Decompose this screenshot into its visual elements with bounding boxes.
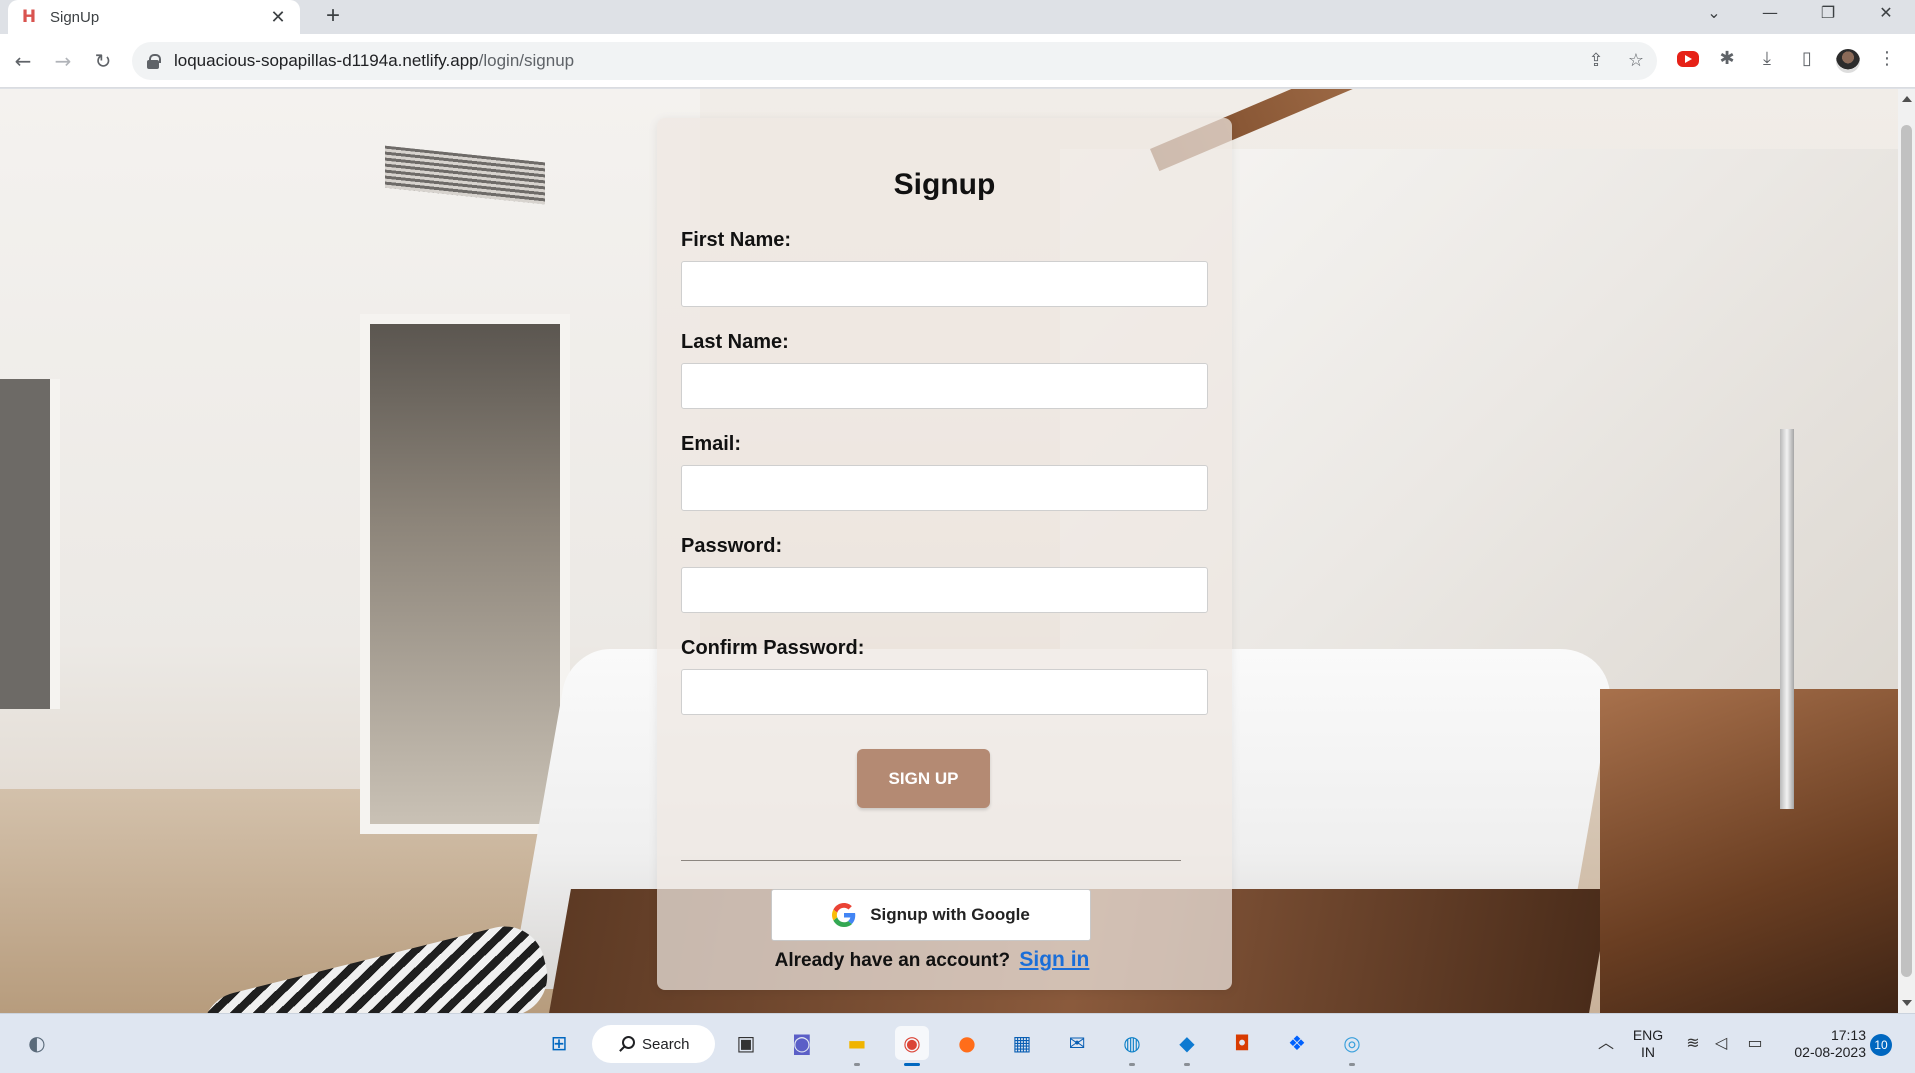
- background-bathroom-door: [360, 314, 570, 834]
- profile-avatar[interactable]: [1836, 49, 1860, 73]
- last-name-label: Last Name:: [681, 331, 789, 353]
- file-explorer-icon[interactable]: ▬: [840, 1026, 874, 1066]
- scroll-down-arrow-icon[interactable]: [1902, 1000, 1912, 1006]
- search-icon: [622, 1036, 635, 1049]
- language-line-2: IN: [1641, 1044, 1655, 1060]
- page-viewport: Signup First Name: Last Name: Email: Pas…: [0, 89, 1898, 1013]
- already-have-account-text: Already have an account?: [774, 950, 1011, 971]
- office-icon[interactable]: ◘: [1225, 1026, 1259, 1060]
- battery-icon[interactable]: ▭: [1738, 1026, 1772, 1060]
- youtube-extension-icon[interactable]: [1677, 51, 1699, 67]
- vscode-icon[interactable]: ◆: [1170, 1026, 1204, 1066]
- page-scrollbar[interactable]: [1898, 89, 1915, 1013]
- weather-widget-icon[interactable]: ◐: [20, 1026, 54, 1060]
- show-hidden-icons-chevron-icon[interactable]: ︿: [1589, 1026, 1623, 1060]
- close-window-button[interactable]: ✕: [1858, 0, 1914, 28]
- notification-badge[interactable]: 10: [1870, 1034, 1892, 1056]
- divider: [681, 860, 1181, 861]
- signin-link[interactable]: Sign in: [1019, 948, 1089, 971]
- task-view-icon[interactable]: ▣: [729, 1026, 763, 1060]
- signup-button[interactable]: SIGN UP: [857, 749, 990, 808]
- first-name-input[interactable]: [681, 261, 1208, 307]
- microsoft-store-icon[interactable]: ▦: [1005, 1026, 1039, 1060]
- password-input[interactable]: [681, 567, 1208, 613]
- email-label: Email:: [681, 433, 742, 455]
- first-name-label: First Name:: [681, 229, 792, 251]
- clock-date: 02-08-2023: [1794, 1044, 1866, 1060]
- last-name-input[interactable]: [681, 363, 1208, 409]
- lock-icon: [146, 54, 161, 69]
- share-icon[interactable]: ⇪: [1585, 50, 1607, 72]
- clock[interactable]: 17:13 02-08-2023: [1776, 1027, 1866, 1061]
- minimize-button[interactable]: —: [1742, 0, 1798, 28]
- browser-tab[interactable]: H SignUp ✕: [8, 0, 300, 34]
- close-tab-icon[interactable]: ✕: [268, 7, 288, 28]
- scroll-up-arrow-icon[interactable]: [1902, 96, 1912, 102]
- browser-toolbar: ← → ↻ loquacious-sopapillas-d1194a.netli…: [0, 34, 1915, 88]
- taskbar-search-label: Search: [642, 1035, 690, 1053]
- background-lamp: [1780, 429, 1794, 809]
- form-title: Signup: [893, 168, 996, 201]
- dropbox-icon[interactable]: ❖: [1280, 1026, 1314, 1060]
- email-input[interactable]: [681, 465, 1208, 511]
- scrollbar-thumb[interactable]: [1901, 125, 1912, 977]
- forward-icon[interactable]: →: [48, 46, 78, 76]
- background-doorway: [0, 379, 60, 709]
- mail-icon[interactable]: ✉: [1060, 1026, 1094, 1060]
- clock-time: 17:13: [1830, 1027, 1866, 1043]
- chrome-menu-icon[interactable]: ⋮: [1874, 46, 1900, 72]
- side-panel-icon[interactable]: ▯: [1794, 46, 1820, 72]
- volume-icon[interactable]: ◁: [1704, 1026, 1738, 1060]
- reload-icon[interactable]: ↻: [88, 46, 118, 76]
- new-tab-button[interactable]: +: [318, 2, 348, 32]
- edge-icon[interactable]: ◍: [1115, 1026, 1149, 1066]
- app-globe-icon[interactable]: ◎: [1335, 1026, 1369, 1066]
- signup-card: Signup First Name: Last Name: Email: Pas…: [657, 118, 1232, 990]
- windows-taskbar: ◐ ⊞ Search ▣ ◙ ▬ ◉ ● ▦ ✉ ◍ ◆ ◘ ❖ ◎ ︿ ENG…: [0, 1013, 1915, 1073]
- password-label: Password:: [681, 535, 783, 557]
- bookmark-star-icon[interactable]: ☆: [1625, 50, 1647, 72]
- signin-prompt: Already have an account? Sign in: [657, 948, 1207, 972]
- google-signup-button[interactable]: Signup with Google: [771, 889, 1091, 941]
- url-path: /login/signup: [478, 51, 575, 70]
- windows-start-icon[interactable]: ⊞: [542, 1026, 576, 1060]
- tab-search-icon[interactable]: ⌄: [1686, 0, 1742, 28]
- back-icon[interactable]: ←: [8, 46, 38, 76]
- extensions-puzzle-icon[interactable]: ✱: [1714, 46, 1740, 72]
- confirm-password-input[interactable]: [681, 669, 1208, 715]
- language-line-1: ENG: [1632, 1027, 1664, 1043]
- tab-title: SignUp: [50, 8, 100, 26]
- chrome-taskbar-icon[interactable]: ◉: [895, 1026, 929, 1066]
- teams-chat-icon[interactable]: ◙: [785, 1026, 819, 1060]
- google-signup-label: Signup with Google: [870, 905, 1030, 924]
- taskbar-search[interactable]: Search: [592, 1025, 715, 1063]
- tab-strip: H SignUp ✕ + ⌄ — ❐ ✕: [0, 0, 1915, 34]
- address-bar[interactable]: loquacious-sopapillas-d1194a.netlify.app…: [132, 42, 1657, 80]
- download-icon[interactable]: ⤓: [1754, 46, 1780, 72]
- confirm-password-label: Confirm Password:: [681, 637, 865, 659]
- restore-button[interactable]: ❐: [1800, 0, 1856, 28]
- site-favicon-icon: H: [21, 7, 37, 27]
- background-nightstand: [1600, 689, 1898, 1013]
- firefox-icon[interactable]: ●: [950, 1026, 984, 1060]
- google-icon: [832, 903, 856, 927]
- url-host: loquacious-sopapillas-d1194a.netlify.app: [174, 51, 479, 70]
- language-indicator[interactable]: ENG IN: [1628, 1027, 1668, 1061]
